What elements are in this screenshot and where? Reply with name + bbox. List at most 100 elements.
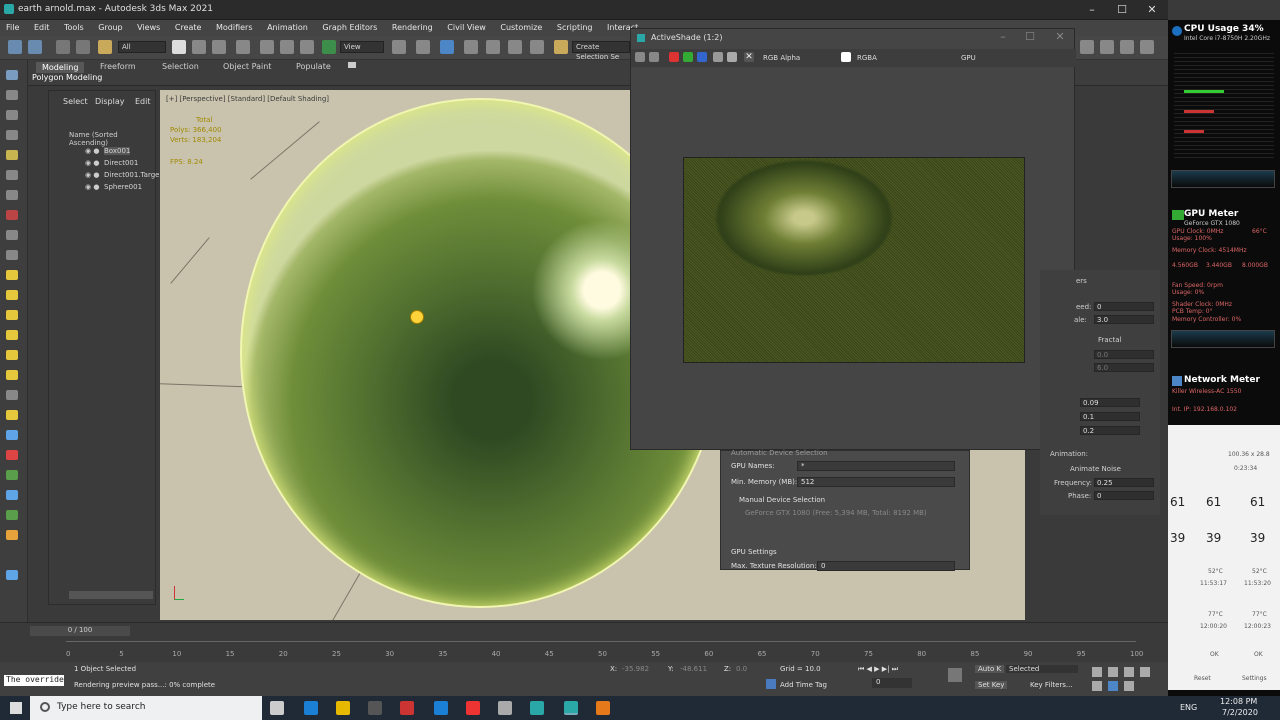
iterations-field[interactable]: 6.0	[1094, 363, 1154, 372]
explorer-column-header[interactable]: Name (Sorted Ascending)	[69, 131, 155, 147]
hierarchy-icon[interactable]	[6, 230, 18, 240]
menu-animation[interactable]: Animation	[261, 20, 314, 32]
reference-coordinate-dropdown[interactable]: View	[340, 41, 384, 53]
select-object-icon[interactable]	[172, 40, 186, 54]
link-icon[interactable]	[56, 40, 70, 54]
auto-key-button[interactable]: Auto K	[975, 665, 1005, 673]
maximize-viewport-icon[interactable]	[1124, 681, 1134, 691]
render-setup-icon[interactable]	[1080, 40, 1094, 54]
fractal-checkbox[interactable]: Fractal	[1098, 336, 1122, 344]
pivot-icon[interactable]	[392, 40, 406, 54]
edge-icon[interactable]	[304, 701, 318, 715]
taskbar-date[interactable]: 7/2/2020	[1222, 708, 1258, 717]
menu-create[interactable]: Create	[169, 20, 208, 32]
create-geometry-icon[interactable]	[6, 70, 18, 80]
create-selection-set-dropdown[interactable]: Create Selection Se	[572, 41, 630, 61]
selection-filter-dropdown[interactable]: All	[118, 41, 166, 53]
time-tag-icon[interactable]	[766, 679, 776, 689]
menu-file[interactable]: File	[0, 20, 25, 32]
activeshade-minimize-button[interactable]: –	[996, 30, 1010, 43]
threshold-field[interactable]: 0.2	[1080, 426, 1140, 435]
water-icon[interactable]	[6, 490, 18, 500]
scene-icon[interactable]	[6, 430, 18, 440]
ribbon-toggle-icon[interactable]	[348, 62, 356, 68]
channel-dropdown[interactable]: RGB Alpha	[763, 54, 827, 62]
time-slider[interactable]: 0 / 100	[30, 626, 130, 636]
render-production-icon[interactable]	[1120, 40, 1134, 54]
menu-civil-view[interactable]: Civil View	[441, 20, 492, 32]
monitor-reset-button[interactable]: Reset	[1194, 675, 1211, 682]
color-swatch[interactable]	[841, 52, 851, 62]
camera-target-icon[interactable]	[6, 390, 18, 400]
viewport-label[interactable]: [+] [Perspective] [Standard] [Default Sh…	[166, 95, 329, 103]
app-icon[interactable]	[400, 701, 414, 715]
maxscript-listener-field[interactable]: The override	[4, 675, 64, 686]
scale-field[interactable]: 3.0	[1094, 315, 1154, 324]
tree-icon[interactable]	[6, 510, 18, 520]
3dsmax-icon[interactable]	[530, 701, 544, 715]
activeshade-close-button[interactable]: ✕	[1053, 30, 1067, 43]
menu-customize[interactable]: Customize	[494, 20, 548, 32]
seed-field[interactable]: 0	[1094, 302, 1154, 311]
manual-device-label[interactable]: Manual Device Selection	[739, 496, 825, 504]
explorer-tab-select[interactable]: Select	[63, 97, 88, 106]
save-image-icon[interactable]	[635, 52, 645, 62]
explorer-item-direct001[interactable]: Direct001	[104, 159, 138, 167]
visibility-toggle-icon[interactable]: ◉ ●	[85, 183, 101, 191]
ribbon-tab-selection[interactable]: Selection	[162, 62, 199, 71]
redo-icon[interactable]	[28, 40, 42, 54]
store-icon[interactable]	[368, 701, 382, 715]
visibility-toggle-icon[interactable]: ◉ ●	[85, 159, 101, 167]
menu-scripting[interactable]: Scripting	[551, 20, 599, 32]
3dsmax-active-icon[interactable]	[564, 701, 578, 715]
monitor-ok-button[interactable]: OK	[1210, 651, 1219, 658]
scale-icon[interactable]	[300, 40, 314, 54]
render-in-cloud-icon[interactable]	[1140, 40, 1154, 54]
snaps-toggle-icon[interactable]	[464, 40, 478, 54]
keyboard-shortcut-toggle-icon[interactable]	[440, 40, 454, 54]
add-time-tag[interactable]: Add Time Tag	[780, 681, 827, 689]
field-of-view-icon[interactable]	[1140, 667, 1150, 677]
spinner-snap-icon[interactable]	[530, 40, 544, 54]
teapot-icon[interactable]	[6, 350, 18, 360]
green-channel-icon[interactable]	[683, 52, 693, 62]
maximize-button[interactable]: ☐	[1115, 3, 1129, 16]
minimize-button[interactable]: –	[1085, 3, 1099, 16]
explorer-scrollbar[interactable]	[69, 591, 153, 599]
mail-icon[interactable]	[434, 701, 448, 715]
set-key-icon[interactable]	[948, 668, 962, 682]
undo-icon[interactable]	[8, 40, 22, 54]
levels-field[interactable]: 0.0	[1094, 350, 1154, 359]
language-indicator[interactable]: ENG	[1180, 703, 1197, 712]
lights-icon[interactable]	[6, 110, 18, 120]
ribbon-tab-object-paint[interactable]: Object Paint	[223, 62, 271, 71]
bind-space-warp-icon[interactable]	[98, 40, 112, 54]
key-filters-button[interactable]: Key Filters...	[1030, 681, 1073, 689]
set-key-button[interactable]: Set Key	[975, 681, 1008, 689]
menu-tools[interactable]: Tools	[58, 20, 90, 32]
phase-field[interactable]: 0	[1094, 491, 1154, 500]
display-dropdown[interactable]: RGBA	[857, 54, 947, 62]
sphere-icon[interactable]	[6, 290, 18, 300]
foliage-icon[interactable]	[6, 470, 18, 480]
visibility-toggle-icon[interactable]: ◉ ●	[85, 171, 101, 179]
motion-icon[interactable]	[6, 250, 18, 260]
menu-graph-editors[interactable]: Graph Editors	[316, 20, 383, 32]
close-button[interactable]: ✕	[1145, 3, 1159, 16]
explorer-item-sphere001[interactable]: Sphere001	[104, 183, 142, 191]
min-memory-field[interactable]: 512	[797, 477, 955, 487]
max-texture-field[interactable]: 0	[817, 561, 955, 571]
frequency-field[interactable]: 0.25	[1094, 478, 1154, 487]
cameras-icon[interactable]	[6, 130, 18, 140]
chrome-icon[interactable]	[466, 701, 480, 715]
rendered-frame-window-icon[interactable]	[1100, 40, 1114, 54]
explorer-tab-display[interactable]: Display	[95, 97, 125, 106]
select-by-name-icon[interactable]	[192, 40, 206, 54]
activeshade-maximize-button[interactable]: ☐	[1023, 30, 1037, 43]
sun-light-icon[interactable]	[6, 370, 18, 380]
systems-icon[interactable]	[6, 190, 18, 200]
zoom-extents-icon[interactable]	[1124, 667, 1134, 677]
ribbon-tab-freeform[interactable]: Freeform	[100, 62, 136, 71]
z-coordinate-field[interactable]: 0.0	[736, 665, 747, 673]
rollout-title[interactable]: ers	[1076, 277, 1087, 285]
